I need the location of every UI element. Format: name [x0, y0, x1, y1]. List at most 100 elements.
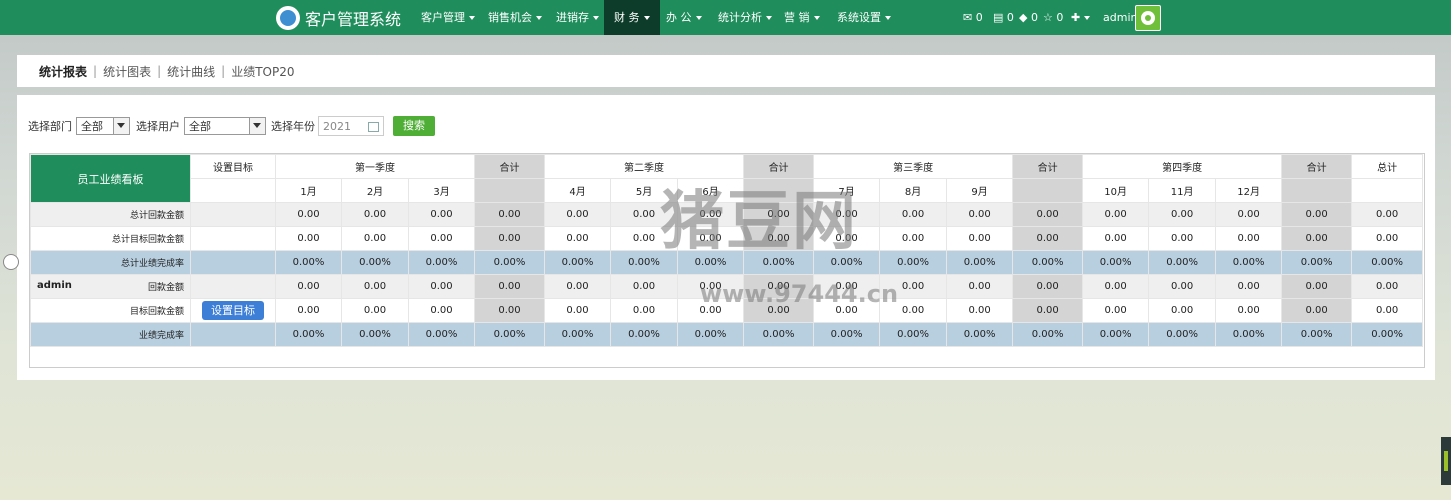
report-tabs: 统计报表 | 统计图表 | 统计曲线 | 业绩TOP20 — [17, 55, 1435, 87]
subtotal-value-cell: 0.00 — [474, 226, 546, 251]
month-header: 1月 — [275, 178, 342, 203]
row-user-name: admin — [37, 280, 72, 291]
help-circle-icon[interactable] — [3, 254, 19, 270]
caret-down-icon — [885, 16, 891, 20]
nav-finance[interactable]: 财 务 — [604, 0, 660, 35]
brand[interactable]: 客户管理系统 — [276, 5, 401, 30]
month-value-cell: 0.00% — [879, 322, 948, 347]
month-value-cell: 0.00% — [341, 322, 409, 347]
set-target-cell: 设置目标 — [190, 298, 276, 323]
month-value-cell: 0.00% — [677, 322, 745, 347]
subtotal-value-cell: 0.00 — [1012, 226, 1084, 251]
subtotal-header: 合计 — [1012, 154, 1084, 179]
nav-marketing[interactable]: 营 销 — [784, 0, 820, 35]
task-count: 0 — [1030, 11, 1038, 24]
subtotal-value-cell: 0.00 — [474, 202, 546, 227]
tab-stat-chart[interactable]: 统计图表 — [97, 63, 157, 80]
subtotal-value-cell: 0.00% — [1012, 322, 1084, 347]
month-header: 11月 — [1148, 178, 1217, 203]
month-header: 4月 — [544, 178, 612, 203]
favorites-button[interactable]: ☆ 0 — [1043, 0, 1063, 35]
month-value-cell: 0.00 — [341, 202, 409, 227]
caret-down-icon — [813, 16, 820, 20]
row-label: 总计目标回款金额 — [30, 226, 191, 251]
dept-label: 选择部门 — [28, 120, 72, 133]
search-button[interactable]: 搜索 — [393, 116, 435, 136]
month-value-cell: 0.00 — [1082, 298, 1150, 323]
watermark-text: 猪豆网 — [660, 185, 858, 259]
row-label: 总计回款金额 — [30, 202, 191, 227]
app-title: 客户管理系统 — [305, 9, 402, 29]
message-icon: ▤ — [993, 11, 1004, 24]
year-input[interactable]: 2021 — [318, 116, 384, 136]
watermark-url: www.97444.cn — [700, 280, 899, 308]
tab-stat-report[interactable]: 统计报表 — [17, 63, 93, 80]
month-value-cell: 0.00 — [341, 298, 409, 323]
month-value-cell: 0.00 — [275, 298, 342, 323]
mail-button[interactable]: ✉ 0 — [963, 0, 983, 35]
dept-select[interactable]: 全部 — [76, 117, 130, 135]
nav-sales-opportunity[interactable]: 销售机会 — [488, 0, 542, 35]
month-value-cell: 0.00% — [1148, 250, 1217, 275]
caret-down-icon — [469, 16, 475, 20]
subtotal-empty-cell — [474, 178, 546, 203]
set-target-cell — [190, 322, 276, 347]
subtotal-value-cell: 0.00 — [1012, 298, 1084, 323]
avatar[interactable] — [1135, 5, 1161, 31]
nav-customer-management[interactable]: 客户管理 — [421, 0, 475, 35]
user-menu[interactable]: admin — [1103, 0, 1137, 35]
month-value-cell: 0.00% — [1148, 322, 1217, 347]
subtotal-empty-cell — [1012, 178, 1084, 203]
quarter-header: 第四季度 — [1082, 154, 1283, 179]
month-value-cell: 0.00 — [1148, 274, 1217, 299]
nav-inventory[interactable]: 进销存 — [556, 0, 599, 35]
set-target-button[interactable]: 设置目标 — [202, 301, 264, 320]
add-button[interactable]: ✚ — [1071, 0, 1091, 35]
side-widget-handle[interactable] — [1441, 437, 1451, 485]
nav-statistics[interactable]: 统计分析 — [718, 0, 772, 35]
filter-bar: 选择部门 全部 选择用户 全部 选择年份 2021 搜索 — [28, 115, 435, 137]
month-value-cell: 0.00 — [1082, 274, 1150, 299]
top-navbar: 客户管理系统 客户管理 销售机会 进销存 财 务 办 公 统计分析 营 销 系统… — [0, 0, 1451, 35]
month-value-cell: 0.00% — [610, 322, 679, 347]
month-value-cell: 0.00 — [1148, 226, 1217, 251]
month-value-cell: 0.00 — [544, 298, 612, 323]
tab-top20[interactable]: 业绩TOP20 — [225, 63, 300, 80]
row-label: 总计业绩完成率 — [30, 250, 191, 275]
set-target-empty-cell — [190, 178, 276, 203]
subtotal-empty-cell — [1281, 178, 1353, 203]
subtotal-header: 合计 — [1281, 154, 1353, 179]
total-value-cell: 0.00 — [1351, 226, 1424, 251]
board-title: 员工业绩看板 — [30, 154, 191, 203]
month-value-cell: 0.00% — [1082, 250, 1150, 275]
row-label: admin 回款金额 — [30, 274, 191, 299]
row-label: 业绩完成率 — [30, 322, 191, 347]
nav-system-settings[interactable]: 系统设置 — [837, 0, 891, 35]
month-value-cell: 0.00% — [544, 250, 612, 275]
month-value-cell: 0.00% — [341, 250, 409, 275]
set-target-cell — [190, 274, 276, 299]
subtotal-value-cell: 0.00% — [1281, 250, 1353, 275]
calendar-icon — [368, 122, 379, 132]
dropdown-arrow-icon — [249, 118, 265, 134]
month-value-cell: 0.00 — [879, 202, 948, 227]
task-button[interactable]: ◆ 0 — [1019, 0, 1038, 35]
nav-office[interactable]: 办 公 — [666, 0, 702, 35]
subtotal-value-cell: 0.00 — [1281, 298, 1353, 323]
row-label-text: 回款金额 — [147, 283, 184, 293]
total-value-cell: 0.00 — [1351, 274, 1424, 299]
dropdown-arrow-icon — [113, 118, 129, 134]
subtotal-value-cell: 0.00% — [474, 322, 546, 347]
month-value-cell: 0.00% — [1215, 250, 1283, 275]
message-button[interactable]: ▤ 0 — [993, 0, 1014, 35]
month-value-cell: 0.00 — [275, 202, 342, 227]
month-value-cell: 0.00% — [1215, 322, 1283, 347]
quarter-header: 第一季度 — [274, 154, 476, 179]
month-value-cell: 0.00 — [1082, 202, 1150, 227]
user-select[interactable]: 全部 — [184, 117, 266, 135]
caret-down-icon — [766, 16, 772, 20]
month-value-cell: 0.00 — [610, 274, 679, 299]
month-value-cell: 0.00 — [341, 274, 409, 299]
caret-down-icon — [643, 16, 650, 20]
tab-stat-curve[interactable]: 统计曲线 — [161, 63, 221, 80]
